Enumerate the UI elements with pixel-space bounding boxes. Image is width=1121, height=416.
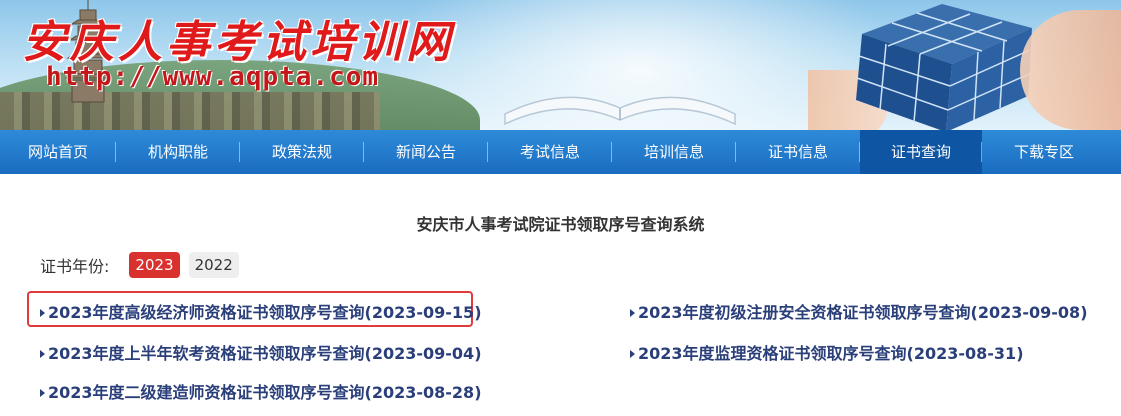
main-nav: 网站首页 机构职能 政策法规 新闻公告 考试信息 培训信息 证书信息 证书查询 … — [0, 130, 1121, 174]
bullet-arrow-icon — [630, 349, 635, 358]
nav-item-certificate-info[interactable]: 证书信息 — [736, 130, 860, 174]
nav-item-policy[interactable]: 政策法规 — [240, 130, 364, 174]
town-scenery — [0, 92, 380, 130]
query-link[interactable]: 2023年度初级注册安全资格证书领取序号查询(2023-09-08) — [630, 299, 1088, 323]
year-filter: 证书年份: 2023 2022 — [40, 252, 248, 278]
photo-cube-icon — [856, 4, 1032, 130]
query-link-text: 2023年度上半年软考资格证书领取序号查询(2023-09-04) — [48, 344, 482, 363]
query-link-text: 2023年度高级经济师资格证书领取序号查询(2023-09-15) — [48, 303, 482, 322]
query-link-text: 2023年度监理资格证书领取序号查询(2023-08-31) — [638, 344, 1024, 363]
nav-item-downloads[interactable]: 下载专区 — [982, 130, 1106, 174]
query-link-text: 2023年度初级注册安全资格证书领取序号查询(2023-09-08) — [638, 303, 1088, 322]
bullet-arrow-icon — [40, 349, 45, 358]
bullet-arrow-icon — [40, 388, 45, 397]
query-link[interactable]: 2023年度监理资格证书领取序号查询(2023-08-31) — [630, 340, 1024, 364]
year-button-2022[interactable]: 2022 — [188, 252, 239, 278]
nav-item-institution[interactable]: 机构职能 — [116, 130, 240, 174]
site-title: 安庆人事考试培训网 — [22, 17, 454, 68]
query-link[interactable]: 2023年度高级经济师资格证书领取序号查询(2023-09-15) — [40, 299, 482, 323]
nav-item-certificate-query[interactable]: 证书查询 — [860, 130, 982, 174]
year-button-2023[interactable]: 2023 — [129, 252, 180, 278]
nav-item-news[interactable]: 新闻公告 — [364, 130, 488, 174]
bullet-arrow-icon — [630, 308, 635, 317]
site-url: http://www.aqpta.com — [46, 62, 380, 92]
page-title: 安庆市人事考试院证书领取序号查询系统 — [416, 215, 705, 234]
nav-item-training-info[interactable]: 培训信息 — [612, 130, 736, 174]
year-label: 证书年份: — [40, 257, 110, 276]
site-banner: 安庆人事考试培训网 http://www.aqpta.com — [0, 0, 1121, 130]
bullet-arrow-icon — [40, 308, 45, 317]
query-link-text: 2023年度二级建造师资格证书领取序号查询(2023-08-28) — [48, 383, 482, 402]
query-link[interactable]: 2023年度二级建造师资格证书领取序号查询(2023-08-28) — [40, 379, 482, 403]
nav-item-exam-info[interactable]: 考试信息 — [488, 130, 612, 174]
query-link[interactable]: 2023年度上半年软考资格证书领取序号查询(2023-09-04) — [40, 340, 482, 364]
nav-item-home[interactable]: 网站首页 — [0, 130, 116, 174]
open-book-icon — [504, 96, 736, 126]
